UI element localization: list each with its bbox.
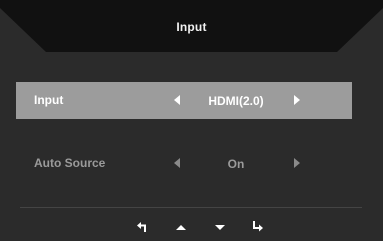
monitor-osd-menu: Input Input HDMI(2.0) Auto Source On <box>0 0 383 241</box>
enter-icon[interactable] <box>251 220 265 234</box>
menu-item-input[interactable]: Input HDMI(2.0) <box>16 82 352 119</box>
menu-item-value: HDMI(2.0) <box>208 94 264 108</box>
menu-item-label: Auto Source <box>34 156 106 170</box>
up-arrow-icon[interactable] <box>174 220 188 234</box>
divider <box>20 207 362 208</box>
arrow-left-icon[interactable] <box>174 95 180 105</box>
arrow-right-icon[interactable] <box>294 95 300 105</box>
menu-title: Input <box>176 20 207 34</box>
menu-item-label: Input <box>34 93 64 107</box>
back-icon[interactable] <box>135 220 149 234</box>
menu-item-value: On <box>227 157 245 171</box>
arrow-left-icon[interactable] <box>174 158 180 168</box>
menu-item-auto-source[interactable]: Auto Source On <box>16 145 352 182</box>
arrow-right-icon[interactable] <box>294 158 300 168</box>
down-arrow-icon[interactable] <box>213 220 227 234</box>
